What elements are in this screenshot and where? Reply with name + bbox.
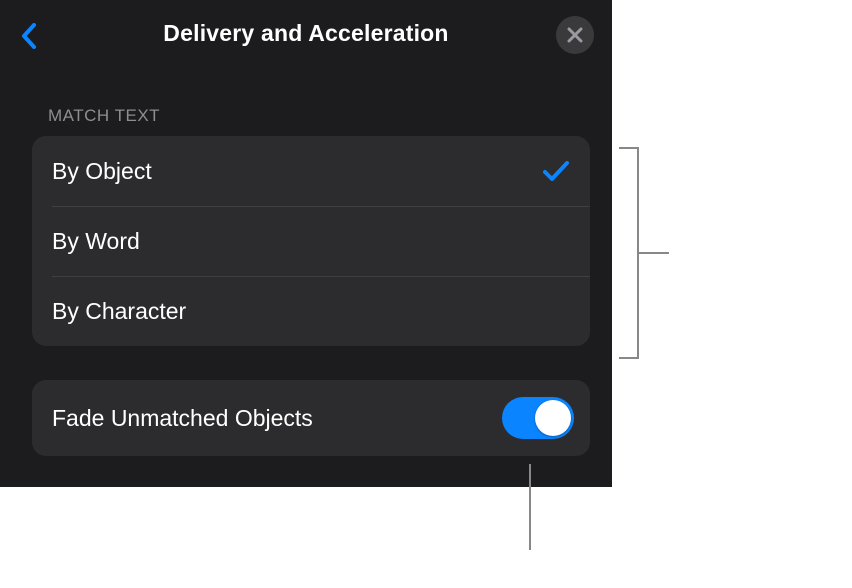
option-by-object[interactable]: By Object [32,136,590,206]
option-label: By Character [52,298,570,325]
fade-unmatched-row: Fade Unmatched Objects [32,380,590,456]
annotation-bracket-cap [619,147,637,149]
fade-unmatched-toggle[interactable] [502,397,574,439]
panel-header: Delivery and Acceleration [0,0,612,66]
section-header-match-text: MATCH TEXT [32,106,590,136]
option-label: By Word [52,228,570,255]
panel-title: Delivery and Acceleration [163,20,448,47]
match-text-list: By Object By Word By Character [32,136,590,346]
annotation-bracket-cap [619,357,637,359]
annotation-line [529,464,531,550]
close-icon [567,27,583,43]
toggle-section: Fade Unmatched Objects [32,380,590,456]
option-label: By Object [52,158,542,185]
back-button[interactable] [18,22,40,50]
checkmark-icon [542,157,570,185]
annotation-line [639,252,669,254]
option-by-word[interactable]: By Word [32,206,590,276]
toggle-knob [535,400,571,436]
close-button[interactable] [556,16,594,54]
settings-panel: Delivery and Acceleration MATCH TEXT By … [0,0,612,487]
chevron-left-icon [21,23,37,49]
option-by-character[interactable]: By Character [32,276,590,346]
toggle-label: Fade Unmatched Objects [52,405,502,432]
panel-content: MATCH TEXT By Object By Word By Characte… [0,66,612,456]
